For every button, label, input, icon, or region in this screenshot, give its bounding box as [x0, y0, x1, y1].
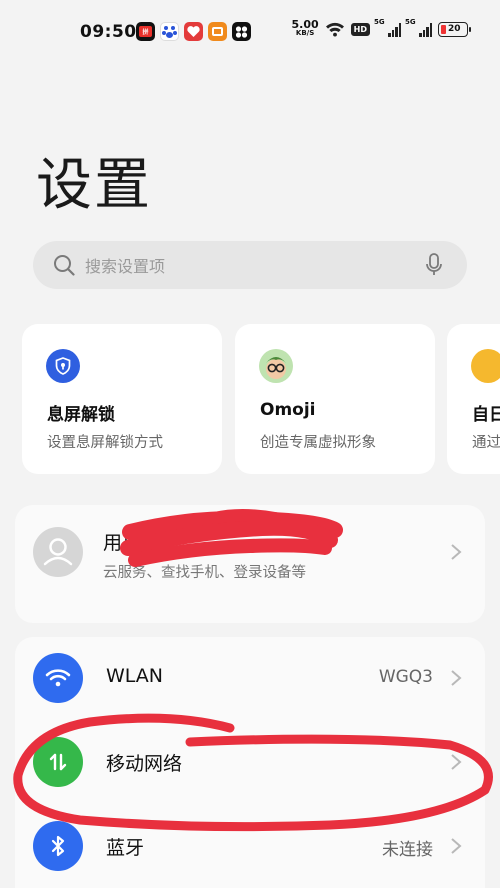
- account-name: 用户: [103, 532, 142, 554]
- sim1-signal-icon: 5G: [374, 18, 401, 37]
- settings-list: WLAN WGQ3 移动网络 蓝牙 未连接: [15, 637, 485, 888]
- mobile-data-icon: [33, 737, 83, 787]
- wifi-icon: [33, 653, 83, 703]
- shield-lock-icon: [46, 349, 80, 383]
- settings-row-wlan[interactable]: WLAN WGQ3: [15, 637, 485, 721]
- battery-level: 20: [448, 24, 461, 34]
- network-speed: 5.00 KB/S: [291, 18, 319, 37]
- settings-row-bluetooth[interactable]: 蓝牙 未连接: [15, 805, 485, 888]
- card-subtitle: 创造专属虚拟形象: [260, 435, 376, 451]
- row-value: WGQ3: [378, 667, 433, 687]
- chevron-right-icon: [451, 544, 462, 560]
- row-value: 未连接: [382, 840, 433, 860]
- card-title: Omoji: [260, 400, 316, 420]
- chevron-right-icon: [451, 838, 462, 854]
- row-label: WLAN: [106, 665, 164, 687]
- search-placeholder: 搜索设置项: [85, 257, 166, 276]
- account-row[interactable]: 用户 云服务、查找手机、登录设备等: [15, 505, 485, 623]
- svg-text:拼: 拼: [142, 28, 148, 36]
- card-title: 自日: [472, 405, 500, 425]
- row-label: 蓝牙: [106, 837, 145, 859]
- chevron-right-icon: [451, 670, 462, 686]
- app-icon-3: [184, 22, 203, 41]
- status-app-icons: 拼: [136, 22, 251, 41]
- hd-voice-badge: HD: [350, 22, 370, 36]
- app-icon-2: [160, 22, 179, 41]
- microphone-icon[interactable]: [425, 253, 443, 277]
- card-screen-off-unlock[interactable]: 息屏解锁 设置息屏解锁方式: [22, 324, 222, 474]
- omoji-avatar-icon: [259, 349, 293, 383]
- quick-cards: 息屏解锁 设置息屏解锁方式 Omoji 创造专属虚拟形象 自日 通过: [22, 324, 500, 474]
- search-bar[interactable]: 搜索设置项: [33, 241, 467, 289]
- page-title: 设置: [36, 153, 152, 218]
- card-title: 息屏解锁: [47, 405, 115, 425]
- app-icon-1: 拼: [136, 22, 155, 41]
- wifi-status-icon: [325, 22, 344, 37]
- chevron-right-icon: [451, 754, 462, 770]
- bluetooth-icon: [33, 821, 83, 871]
- app-icon-4: [208, 22, 227, 41]
- avatar: [33, 527, 83, 577]
- card-partial[interactable]: 自日 通过: [447, 324, 500, 474]
- status-bar: 09:50 拼 5.00 KB/S HD 5G 5G 20: [0, 0, 500, 64]
- settings-row-mobile-network[interactable]: 移动网络: [15, 721, 485, 805]
- status-time: 09:50: [80, 22, 137, 42]
- card-omoji[interactable]: Omoji 创造专属虚拟形象: [235, 324, 435, 474]
- status-indicators: 5.00 KB/S HD 5G 5G 20: [291, 18, 471, 38]
- card-subtitle: 设置息屏解锁方式: [47, 435, 163, 451]
- account-subtitle: 云服务、查找手机、登录设备等: [103, 565, 306, 581]
- card-subtitle: 通过: [472, 435, 500, 451]
- sim2-signal-icon: 5G: [405, 18, 432, 37]
- battery-icon: 20: [438, 21, 471, 37]
- row-label: 移动网络: [106, 753, 183, 775]
- partial-card-icon: [471, 349, 500, 383]
- search-icon: [54, 255, 75, 276]
- app-icon-5: [232, 22, 251, 41]
